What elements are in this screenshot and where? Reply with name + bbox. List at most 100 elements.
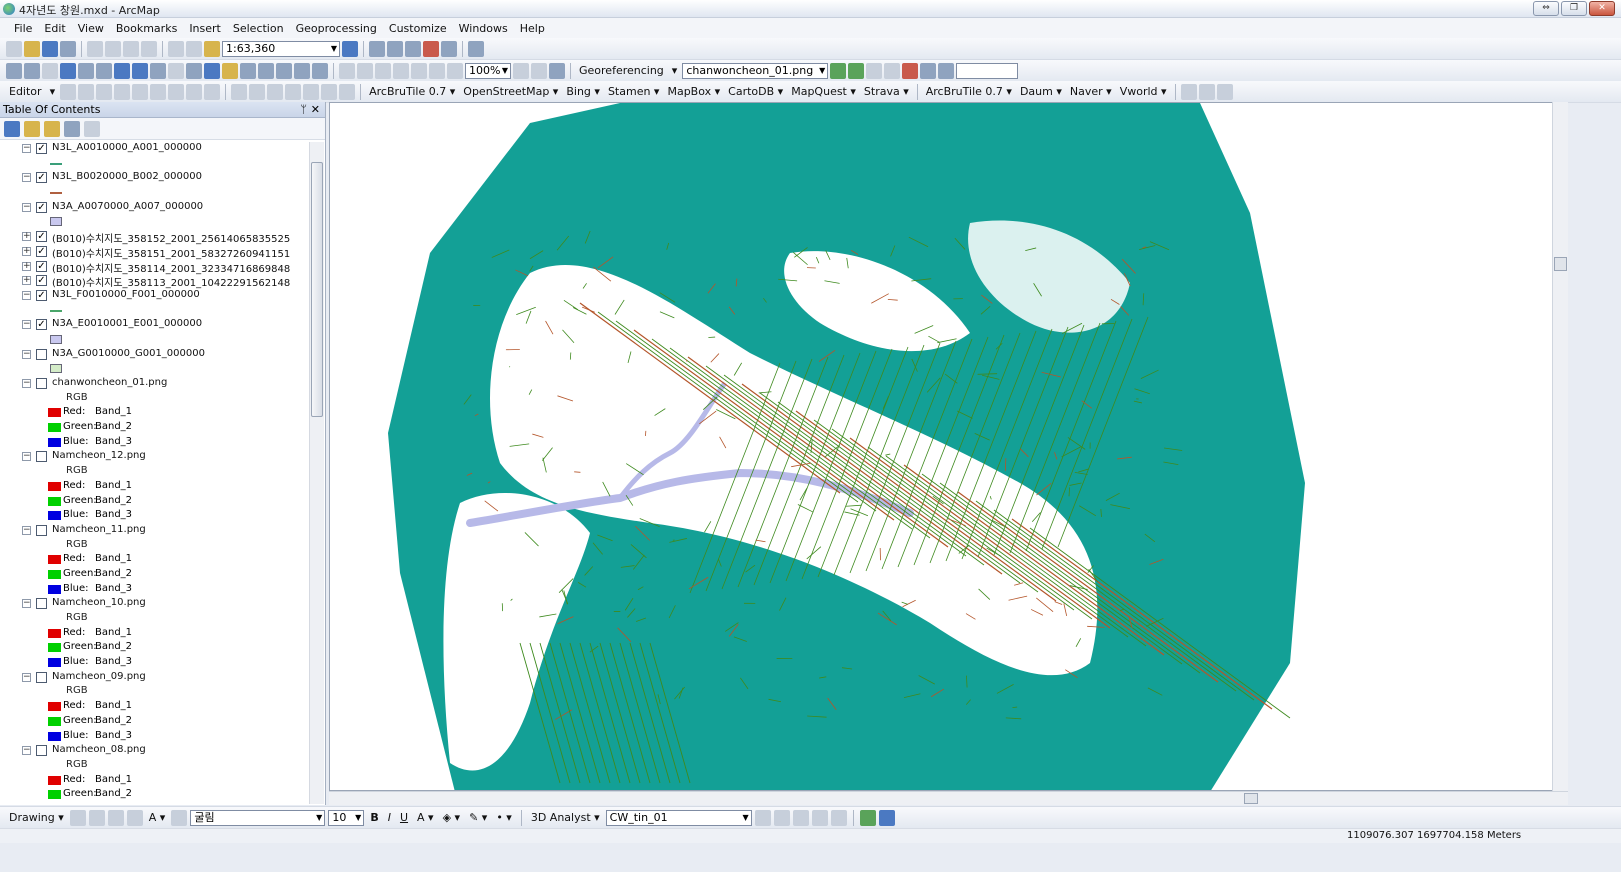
drawing-menu[interactable]: Drawing ▾ <box>6 811 67 824</box>
map-horizontal-scrollbar[interactable] <box>329 791 1568 805</box>
pan-icon[interactable] <box>42 62 58 79</box>
collapse-icon[interactable]: − <box>22 320 31 330</box>
3d-analyst-menu[interactable]: 3D Analyst ▾ <box>528 811 603 824</box>
collapse-icon[interactable]: − <box>22 672 31 682</box>
html-popup-icon[interactable] <box>240 62 256 79</box>
layout-tool-icon[interactable] <box>531 62 547 79</box>
contour-icon[interactable] <box>754 809 771 826</box>
band-color-swatch[interactable] <box>48 658 61 668</box>
topology-tool-icon[interactable] <box>231 83 248 100</box>
menu-bookmarks[interactable]: Bookmarks <box>110 22 183 35</box>
rotate-element-icon[interactable] <box>88 809 105 826</box>
forward-extent-icon[interactable] <box>132 62 148 79</box>
collapse-icon[interactable]: − <box>22 173 31 183</box>
menu-help[interactable]: Help <box>514 22 551 35</box>
sketch-properties-icon[interactable] <box>204 83 221 100</box>
shift-icon[interactable] <box>848 62 865 79</box>
rectangle-icon[interactable] <box>126 809 143 826</box>
layer-name[interactable]: N3A_A0070000_A007_000000 <box>52 201 203 212</box>
fixed-zoom-out-icon[interactable] <box>96 62 112 79</box>
editor-menu[interactable]: Editor <box>6 85 45 98</box>
italic-button[interactable]: I <box>385 811 394 824</box>
layer-name[interactable]: (B010)수치지도_358152_2001_25614065835525 <box>52 230 290 245</box>
font-color-icon[interactable]: A ▾ <box>414 811 437 824</box>
topology-tool-icon[interactable] <box>321 83 338 100</box>
font-name-combo[interactable]: 굴림 ▼ <box>190 809 326 826</box>
map-vertical-scroll-thumb[interactable] <box>1554 257 1567 271</box>
inverse-icon[interactable] <box>938 62 955 79</box>
attributes-icon[interactable] <box>186 83 203 100</box>
editor-toolbar-icon[interactable] <box>342 40 358 57</box>
select-elements-icon[interactable] <box>69 809 86 826</box>
georeference-layer-combo[interactable]: chanwoncheon_01.png ▼ <box>682 62 829 79</box>
collapse-icon[interactable]: − <box>22 599 31 609</box>
link-table-icon[interactable] <box>902 62 919 79</box>
arcglobe-icon[interactable] <box>878 809 895 826</box>
map-vertical-scrollbar[interactable] <box>1552 102 1568 791</box>
edit-vertices-icon[interactable] <box>171 809 188 826</box>
road-segment[interactable] <box>1068 487 1070 497</box>
layout-tool-icon[interactable] <box>339 62 355 79</box>
select-elements-icon[interactable] <box>186 62 202 79</box>
layer-visibility-checkbox[interactable]: ✓ <box>36 245 47 257</box>
collapse-icon[interactable]: − <box>22 525 31 535</box>
extra-tool-icon[interactable] <box>1216 83 1233 100</box>
menu-selection[interactable]: Selection <box>227 22 290 35</box>
collapse-icon[interactable]: + <box>22 261 31 271</box>
menu-customize[interactable]: Customize <box>383 22 453 35</box>
band-color-swatch[interactable] <box>48 511 61 521</box>
delete-icon[interactable] <box>141 40 157 57</box>
back-extent-icon[interactable] <box>114 62 130 79</box>
layout-tool-icon[interactable] <box>447 62 463 79</box>
print-icon[interactable] <box>60 40 76 57</box>
road-segment[interactable] <box>574 471 581 473</box>
steepest-path-icon[interactable] <box>773 809 790 826</box>
font-size-combo[interactable]: 10 ▼ <box>328 809 365 826</box>
split-icon[interactable] <box>150 83 167 100</box>
band-color-swatch[interactable] <box>48 716 61 726</box>
band-color-swatch[interactable] <box>48 408 61 418</box>
map-horizontal-scroll-thumb[interactable] <box>1244 793 1258 804</box>
cartodb-menu[interactable]: CartoDB ▾ <box>725 85 786 98</box>
layer-visibility-checkbox[interactable] <box>36 671 47 683</box>
straight-segment-icon[interactable] <box>96 83 113 100</box>
find-icon[interactable] <box>276 62 292 79</box>
layer-visibility-checkbox[interactable]: ✓ <box>36 172 47 184</box>
close-window-button[interactable]: ✕ <box>1589 1 1615 16</box>
raster-layer-name[interactable]: Namcheon_10.png <box>52 597 146 608</box>
layout-zoom-combo[interactable]: 100% ▼ <box>465 62 511 79</box>
layer-name[interactable]: N3A_E0010001_E001_000000 <box>52 318 202 329</box>
georef-value-input[interactable] <box>956 62 1019 79</box>
line-symbol[interactable] <box>50 162 62 165</box>
layout-tool-icon[interactable] <box>393 62 409 79</box>
bing-menu[interactable]: Bing ▾ <box>563 85 603 98</box>
bold-button[interactable]: B <box>367 811 381 824</box>
strava-menu[interactable]: Strava ▾ <box>861 85 912 98</box>
layer-visibility-checkbox[interactable] <box>36 451 47 463</box>
extra-tool-icon[interactable] <box>1198 83 1215 100</box>
menu-view[interactable]: View <box>72 22 110 35</box>
band-color-swatch[interactable] <box>48 496 61 506</box>
layout-tool-icon[interactable] <box>549 62 565 79</box>
new-document-icon[interactable] <box>6 40 22 57</box>
list-by-visibility-icon[interactable] <box>44 120 60 137</box>
clear-selection-icon[interactable] <box>168 62 184 79</box>
layer-name[interactable]: N3A_G0010000_G001_000000 <box>52 348 205 359</box>
layer-name[interactable]: N3L_B0020000_B002_000000 <box>52 171 202 182</box>
underline-button[interactable]: U <box>397 811 411 824</box>
band-color-swatch[interactable] <box>48 569 61 579</box>
layer-visibility-checkbox[interactable] <box>36 524 47 536</box>
openstreetmap-menu[interactable]: OpenStreetMap ▾ <box>460 85 561 98</box>
hyperlink-icon[interactable] <box>222 62 238 79</box>
viewer-icon[interactable] <box>920 62 937 79</box>
fill-color-icon[interactable]: ◈ ▾ <box>440 811 463 824</box>
layer-visibility-checkbox[interactable]: ✓ <box>36 289 47 301</box>
layer-visibility-checkbox[interactable] <box>36 598 47 610</box>
collapse-icon[interactable]: − <box>22 379 31 388</box>
marker-color-icon[interactable]: • ▾ <box>493 811 515 824</box>
identify-icon[interactable] <box>204 62 220 79</box>
list-by-drawing-order-icon[interactable] <box>4 120 20 137</box>
zoom-in-icon[interactable] <box>6 62 22 79</box>
rotate-icon[interactable] <box>830 62 847 79</box>
line-color-icon[interactable]: ✎ ▾ <box>466 811 490 824</box>
